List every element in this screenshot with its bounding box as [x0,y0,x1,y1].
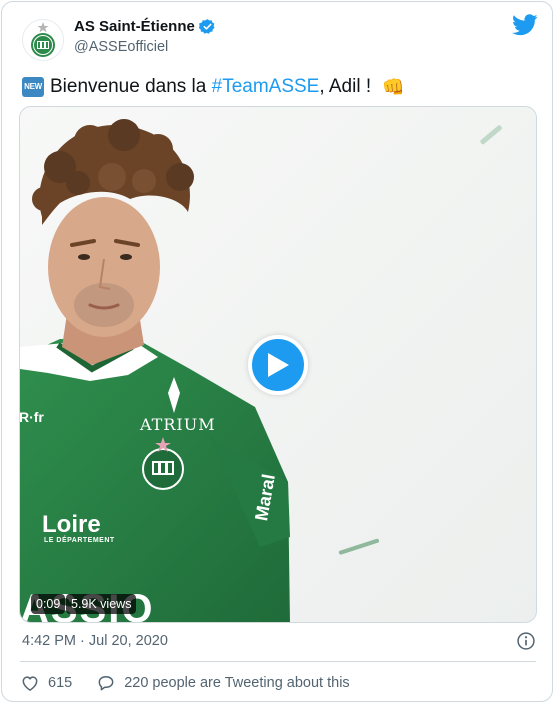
account-name-text[interactable]: AS Saint-Étienne [74,18,195,35]
like-button[interactable]: 615 [20,673,72,693]
account-handle[interactable]: @ASSEofficiel [74,39,168,55]
play-icon [268,353,289,377]
tweet-text: NEW Bienvenue dans la #TeamASSE , Adil !… [22,74,405,100]
account-name[interactable]: AS Saint-Étienne [74,18,216,35]
video-duration: 0:09 [31,594,66,614]
tweeting-text: 220 people are Tweeting about this [124,675,350,691]
divider [20,661,536,662]
info-icon[interactable] [516,631,536,651]
new-emoji-badge: NEW [22,77,44,97]
like-count: 615 [48,675,73,691]
video-views: 5.9K views [66,594,137,614]
tweeting-link[interactable]: 220 people are Tweeting about this [96,673,350,693]
heart-icon [22,676,38,691]
jersey-sponsor-loire-sub: LE DÉPARTEMENT [44,537,115,544]
avatar[interactable] [22,19,64,61]
tweet-card[interactable]: AS Saint-Étienne @ASSEofficiel NEW Bienv… [1,1,553,702]
play-button[interactable] [248,335,308,395]
asse-crest-icon [31,22,55,57]
twitter-logo-icon[interactable] [512,14,538,36]
tweet-text-end: , Adil ! [319,76,377,97]
jersey-sponsor-loire: Loire [42,511,101,538]
reply-bubble-icon [98,676,114,691]
verified-badge-icon [198,19,215,34]
tweet-timestamp[interactable]: 4:42 PM · Jul 20, 2020 [22,633,168,649]
jersey-collar-text: R·fr [19,409,44,425]
tweet-actions: 615 220 people are Tweeting about this [20,672,350,694]
fist-emoji: 👊 [382,77,405,97]
video-player[interactable]: R·fr ATRIUM Loire LE DÉPARTEMENT Maral A… [19,106,537,623]
tweet-text-start: Bienvenue dans la [50,76,212,97]
jersey-sponsor-atrium: ATRIUM [140,415,216,434]
hashtag-link[interactable]: #TeamASSE [212,74,320,100]
